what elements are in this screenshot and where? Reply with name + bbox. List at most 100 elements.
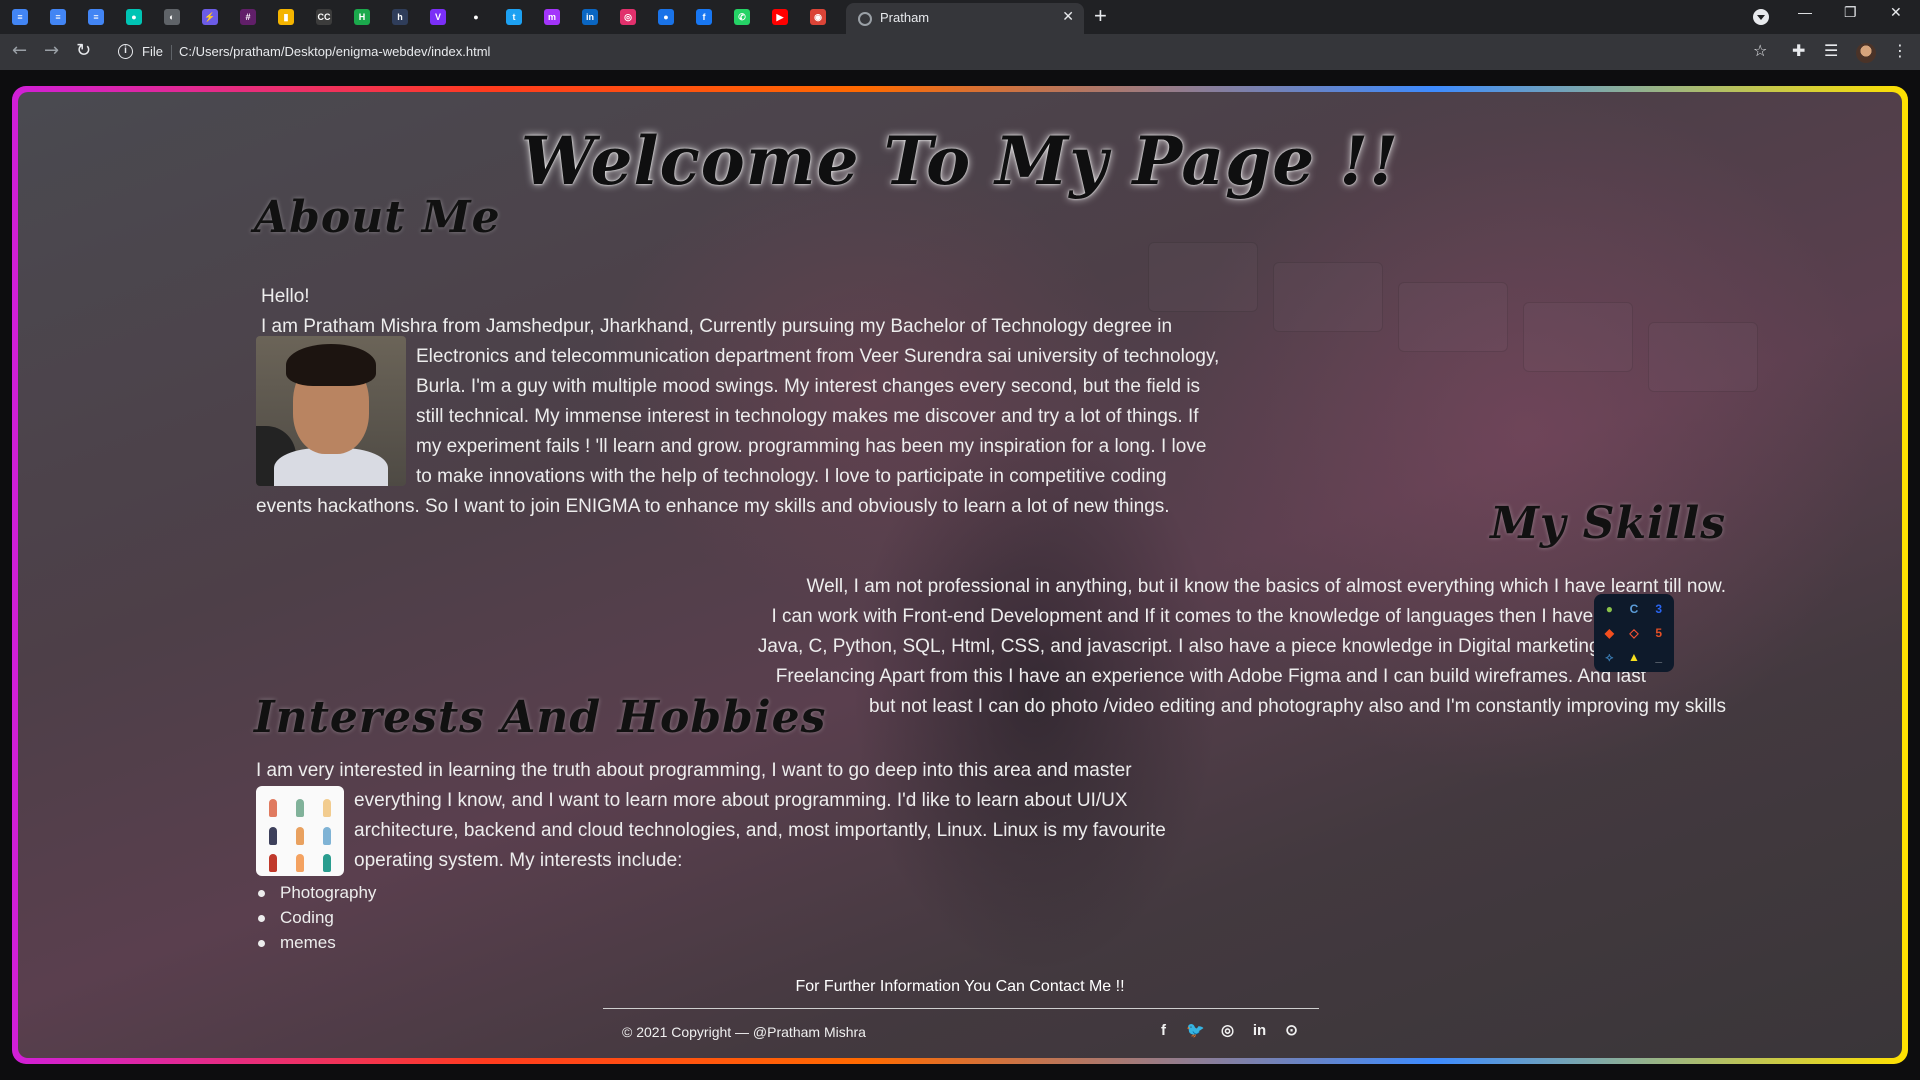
python-icon: ⟡ [1605, 649, 1614, 664]
about-line: Burla. I'm a guy with multiple mood swin… [416, 376, 1201, 397]
bg-decoration [1648, 322, 1758, 392]
footer-divider [603, 1008, 1319, 1009]
site-info-icon[interactable]: i [118, 44, 133, 59]
pinned-tab[interactable]: V [426, 5, 450, 29]
interests-list: Photography Coding memes [256, 880, 376, 955]
pinned-tab[interactable]: m [540, 5, 564, 29]
linkedin-icon: in [582, 9, 598, 25]
page-favicon-icon [858, 12, 872, 26]
pinned-tab[interactable]: ≡ [8, 5, 32, 29]
restore-button[interactable]: ❐ [1844, 4, 1857, 21]
pinned-tab[interactable]: f [692, 5, 716, 29]
hackerrank-icon: H [354, 9, 370, 25]
twitter-icon: t [506, 9, 522, 25]
hashnode-icon: h [392, 9, 408, 25]
interests-line: I am very interested in learning the tru… [256, 760, 1132, 781]
pinned-tab[interactable]: ◐ [160, 5, 184, 29]
interests-line: everything I know, and I want to learn m… [354, 790, 1128, 811]
bg-decoration [1398, 282, 1508, 352]
close-tab-icon[interactable]: ✕ [1062, 9, 1074, 25]
facebook-icon[interactable]: f [1154, 1020, 1173, 1040]
android-icon: ● [1605, 602, 1613, 616]
pinned-tab[interactable]: ✆ [730, 5, 754, 29]
forward-arrow-icon[interactable]: → [44, 40, 59, 61]
v-icon: V [430, 9, 446, 25]
reload-icon[interactable]: ↻ [76, 40, 91, 61]
youtube-icon: ▶ [772, 9, 788, 25]
active-tab[interactable]: Pratham ✕ [846, 3, 1084, 34]
pinned-tab[interactable]: in [578, 5, 602, 29]
skills-line: Java, C, Python, SQL, Html, CSS, and jav… [757, 636, 1646, 657]
bg-decoration [1273, 262, 1383, 332]
reading-list-icon[interactable]: ☰ [1824, 42, 1838, 60]
extensions-icon[interactable]: ✚ [1792, 42, 1805, 60]
css-icon: 3 [1655, 602, 1662, 616]
pinned-tab[interactable]: # [236, 5, 260, 29]
meet-icon: ● [126, 9, 142, 25]
instagram-icon: ◎ [620, 9, 636, 25]
about-line: my experiment fails ! 'll learn and grow… [416, 436, 1207, 457]
new-tab-button[interactable]: + [1094, 5, 1107, 27]
github-icon[interactable]: ⊙ [1282, 1020, 1301, 1040]
pinned-tab[interactable]: ● [654, 5, 678, 29]
slack-icon: # [240, 9, 256, 25]
window-close-button[interactable]: ✕ [1890, 4, 1902, 21]
back-arrow-icon[interactable]: ← [12, 40, 27, 61]
pinned-tab[interactable]: ▮ [274, 5, 298, 29]
html-icon: 5 [1655, 626, 1662, 640]
pinned-tab[interactable]: ≡ [84, 5, 108, 29]
copyright-text: © 2021 Copyright — @Pratham Mishra [622, 1024, 866, 1040]
twitter-icon[interactable]: 🐦 [1186, 1020, 1205, 1040]
linux-icon: ▲ [1628, 650, 1640, 664]
minimize-button[interactable]: — [1798, 4, 1812, 20]
hobbies-image [256, 786, 344, 876]
pinned-tab[interactable]: ▶ [768, 5, 792, 29]
interests-line: architecture, backend and cloud technolo… [354, 820, 1166, 841]
browser-tab-strip: ≡ ≡ ≡ ● ◐ ⚡ # ▮ CC Hh V ● t m in ◎ ● f ✆ ▶ ◉ Pratham ✕ + — ❐… [0, 0, 1920, 34]
pinned-tab[interactable]: ⚡ [198, 5, 222, 29]
page-title: Welcome To My Page !! [520, 122, 1400, 200]
social-links: f 🐦 ◎ in ⊙ [1154, 1020, 1301, 1040]
address-bar[interactable]: C:/Users/pratham/Desktop/enigma-webdev/i… [179, 44, 490, 59]
pinned-tabs: ≡ ≡ ≡ ● ◐ ⚡ # ▮ CC Hh V ● t m in ◎ ● f ✆ ▶ ◉ [8, 5, 830, 29]
facebook-icon: f [696, 9, 712, 25]
profile-photo [256, 336, 406, 486]
chrome-icon: ◉ [810, 9, 826, 25]
github-icon: ● [468, 9, 484, 25]
contact-heading: For Further Information You Can Contact … [795, 978, 1125, 995]
list-item: Photography [256, 880, 376, 905]
pinned-tab[interactable]: CC [312, 5, 336, 29]
globe-icon: ◐ [164, 9, 180, 25]
skills-icons-image: ● C 3 ◆ ◇ 5 ⟡ ▲ _ [1594, 594, 1674, 672]
messages-icon: ● [658, 9, 674, 25]
profile-avatar[interactable] [1856, 43, 1876, 63]
pinned-tab[interactable]: ◎ [616, 5, 640, 29]
bg-decoration [1148, 242, 1258, 312]
linkedin-icon[interactable]: in [1250, 1020, 1269, 1040]
list-item: Coding [256, 905, 376, 930]
messenger-icon: m [544, 9, 560, 25]
analytics-icon: ▮ [278, 9, 294, 25]
list-item: memes [256, 930, 376, 955]
skills-heading: My Skills [1490, 498, 1726, 549]
instagram-icon[interactable]: ◎ [1218, 1020, 1237, 1040]
bookmark-star-icon[interactable]: ☆ [1753, 42, 1767, 60]
pinned-tab[interactable]: ● [122, 5, 146, 29]
browser-toolbar: ← → ↻ i File C:/Users/pratham/Desktop/en… [0, 34, 1920, 70]
pinned-tab[interactable]: ≡ [46, 5, 70, 29]
page-viewport: Welcome To My Page !! About Me Hello! I … [0, 70, 1920, 1080]
git-icon: ◇ [1629, 626, 1639, 640]
pinned-tab[interactable]: H [350, 5, 374, 29]
pinned-tab[interactable]: h [388, 5, 412, 29]
pinned-tab[interactable]: t [502, 5, 526, 29]
figma-icon: ◆ [1604, 626, 1614, 640]
pinned-tab[interactable]: ◉ [806, 5, 830, 29]
page-background: Welcome To My Page !! About Me Hello! I … [18, 92, 1902, 1058]
google-docs-icon: ≡ [88, 9, 104, 25]
interests-line: operating system. My interests include: [354, 850, 683, 871]
c-lang-icon: C [1629, 602, 1639, 616]
tab-search-icon[interactable] [1753, 9, 1769, 25]
menu-kebab-icon[interactable]: ⋮ [1892, 42, 1908, 60]
skills-line: but not least I can do photo /video edit… [868, 696, 1726, 717]
pinned-tab[interactable]: ● [464, 5, 488, 29]
